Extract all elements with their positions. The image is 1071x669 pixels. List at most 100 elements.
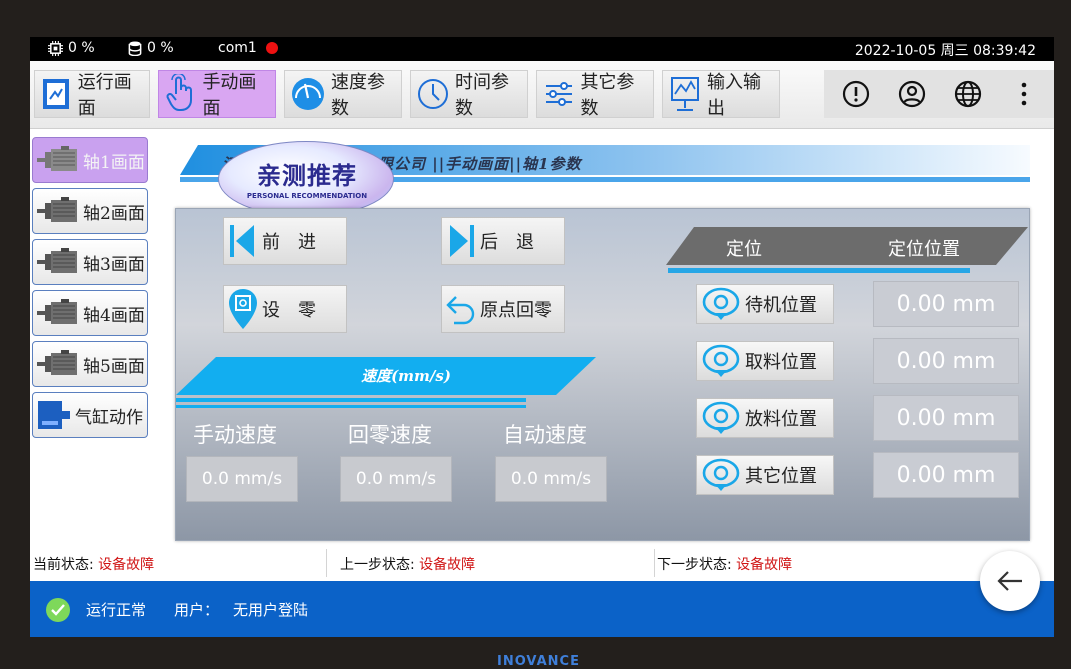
sidebar-item-label: 轴1画面 [83,152,145,173]
jog-backward-button[interactable]: 后 退 [441,217,565,265]
run-status: 运行正常 [86,601,147,619]
pick-position-button[interactable]: 取料位置 [696,341,834,381]
more-vertical-icon[interactable] [1010,80,1038,108]
sidebar-item-cylinder[interactable]: 气缸动作 [32,392,148,438]
back-button[interactable] [980,551,1040,611]
other-position-label: 其它位置 [745,466,817,487]
undo-arrow-icon [442,285,480,333]
sidebar-item-label: 轴4画面 [83,305,145,326]
nav-other-params-label: 其它参数 [580,72,635,119]
nav-speed-params[interactable]: 速度参数 [284,70,402,119]
sidebar-item-label: 轴3画面 [83,254,145,275]
home-speed-label: 回零速度 [348,423,432,447]
sidebar-item-axis3[interactable]: 轴3画面 [32,239,148,285]
recommendation-stamp: 亲测推荐 PERSONAL RECOMMENDATION [218,141,394,217]
position-header-shape [666,227,1028,265]
motor-icon [37,248,77,273]
home-speed-input[interactable]: 0.0 mm/s [340,456,452,502]
next-state: 下一步状态: 设备故障 [657,554,792,574]
stamp-sub-text: PERSONAL RECOMMENDATION [246,192,368,200]
set-zero-label: 设 零 [262,300,316,321]
location-pin-icon [697,341,745,381]
previous-state-label: 上一步状态: [340,557,415,573]
auto-speed-input[interactable]: 0.0 mm/s [495,456,607,502]
previous-state: 上一步状态: 设备故障 [340,554,475,574]
sidebar-item-axis5[interactable]: 轴5画面 [32,341,148,387]
jog-backward-label: 后 退 [480,232,534,253]
brand-logo: INOVANCE [497,654,580,669]
sidebar-item-label: 轴2画面 [83,203,145,224]
position-header-name: 定位 [726,239,762,260]
standby-position-value[interactable]: 0.00 mm [873,281,1019,327]
nav-manual-screen-label: 手动画面 [202,72,257,119]
motor-icon [37,350,77,375]
stamp-main-text: 亲测推荐 [257,162,357,190]
cpu-usage-value: 0 % [68,40,95,56]
datetime: 2022-10-05 周三 08:39:42 [854,43,1036,59]
motor-icon [37,146,77,171]
jog-forward-button[interactable]: 前 进 [223,217,347,265]
sidebar-item-axis1[interactable]: 轴1画面 [32,137,148,183]
location-pin-icon [697,284,745,324]
cylinder-icon [38,401,70,429]
triangle-left-icon [224,217,262,265]
triangle-right-icon [442,217,480,265]
previous-state-value: 设备故障 [419,557,476,573]
position-header-value: 定位位置 [888,239,960,260]
place-position-value[interactable]: 0.00 mm [873,395,1019,441]
sidebar-item-axis4[interactable]: 轴4画面 [32,290,148,336]
com-status-dot [265,42,278,54]
pick-position-value[interactable]: 0.00 mm [873,338,1019,384]
sidebar-item-label: 轴5画面 [83,356,145,377]
speed-header: 速度(mm/s) [361,367,451,385]
current-state-label: 当前状态: [33,557,94,573]
place-position-button[interactable]: 放料位置 [696,398,834,438]
status-bar: 0 % 0 % com1 2022-10-05 周三 08:39:42 [30,37,1054,61]
arrow-left-icon [997,571,1022,591]
globe-icon[interactable] [954,80,982,108]
com-port-label: com1 [218,40,257,56]
standby-position-button[interactable]: 待机位置 [696,284,834,324]
page-title-text: 限公司 ||手动画面||轴1参数 [378,155,582,173]
disk-usage-value: 0 % [147,40,174,56]
nav-io-label: 输入输出 [707,72,761,119]
sidebar-item-label: 气缸动作 [75,407,143,428]
home-return-button[interactable]: 原点回零 [441,285,565,333]
nav-other-params[interactable]: 其它参数 [536,70,654,119]
axis-control-panel: 前 进 后 退 设 零 原点回零 速度(mm/s) 手动速度 回零速度 自动速度… [175,208,1030,541]
position-header-underline [668,268,970,273]
place-position-label: 放料位置 [745,409,817,430]
cpu-usage: 0 % [48,40,95,56]
nav-time-params-label: 时间参数 [455,72,509,119]
user-value: 无用户登陆 [233,601,309,619]
sliders-icon [543,74,574,114]
disk-usage: 0 % [128,40,174,56]
other-position-button[interactable]: 其它位置 [696,455,834,495]
other-position-value[interactable]: 0.00 mm [873,452,1019,498]
standby-position-label: 待机位置 [745,295,817,316]
main-toolbar: 运行画面 手动画面 速度参数 时间参数 其它参数 输入输出 [30,61,1054,129]
sidebar-item-axis2[interactable]: 轴2画面 [32,188,148,234]
io-monitor-icon [669,74,701,114]
motor-icon [37,299,77,324]
nav-time-params[interactable]: 时间参数 [410,70,528,119]
com-port: com1 [218,40,278,56]
nav-run-screen[interactable]: 运行画面 [34,70,150,119]
home-return-label: 原点回零 [480,300,552,321]
next-state-label: 下一步状态: [657,557,732,573]
location-pin-icon [697,455,745,495]
run-screen-icon [41,74,72,114]
divider [654,549,655,577]
next-state-value: 设备故障 [736,557,793,573]
user-icon[interactable] [898,80,926,108]
alert-icon[interactable] [842,80,870,108]
manual-speed-input[interactable]: 0.0 mm/s [186,456,298,502]
location-pin-icon [697,398,745,438]
nav-manual-screen[interactable]: 手动画面 [158,70,276,119]
auto-speed-label: 自动速度 [503,423,587,447]
current-state-value: 设备故障 [98,557,155,573]
nav-io[interactable]: 输入输出 [662,70,780,119]
hand-pointer-icon [165,74,196,114]
set-zero-button[interactable]: 设 零 [223,285,347,333]
user-label: 用户： [174,601,220,619]
